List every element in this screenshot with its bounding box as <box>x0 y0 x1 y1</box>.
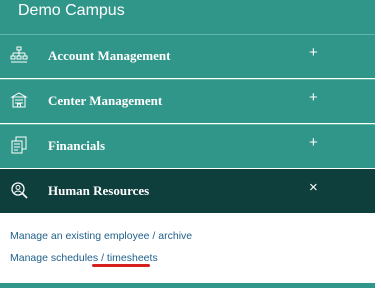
menu-item-label: Center Management <box>48 93 163 108</box>
magnifier-person-icon <box>10 181 28 199</box>
campus-title: Demo Campus <box>18 2 125 19</box>
link-separator: / <box>98 252 107 264</box>
campus-header: Demo Campus <box>0 0 375 34</box>
menu-item-center-management[interactable]: Center Management + <box>0 79 375 123</box>
menu-item-account-management[interactable]: Account Management + <box>0 34 375 78</box>
menu-item-financials[interactable]: Financials + <box>0 124 375 168</box>
manage-employee-link[interactable]: Manage an existing employee <box>10 230 150 242</box>
red-underline-annotation <box>92 264 150 267</box>
link-separator: / <box>149 230 159 242</box>
sidebar-navigation: Demo Campus Account Management + Center … <box>0 0 381 288</box>
timesheets-link[interactable]: timesheets <box>107 252 158 264</box>
documents-icon <box>10 136 28 154</box>
org-chart-icon <box>10 46 28 64</box>
menu-item-label: Account Management <box>48 48 171 63</box>
expand-plus-icon[interactable]: + <box>309 90 318 105</box>
right-gutter <box>375 0 381 288</box>
building-icon <box>10 91 28 109</box>
expand-plus-icon[interactable]: + <box>309 135 318 150</box>
submenu-line-employee: Manage an existing employee / archive <box>10 230 192 242</box>
menu-item-human-resources[interactable]: Human Resources × <box>0 169 375 213</box>
next-menu-edge <box>0 283 375 288</box>
human-resources-submenu: Manage an existing employee / archive Ma… <box>0 214 375 282</box>
archive-link[interactable]: archive <box>158 230 192 242</box>
collapse-close-icon[interactable]: × <box>309 180 318 195</box>
menu-item-label: Financials <box>48 138 106 153</box>
manage-schedules-link[interactable]: Manage schedules <box>10 252 98 264</box>
menu-item-label: Human Resources <box>48 183 150 198</box>
expand-plus-icon[interactable]: + <box>309 45 318 60</box>
submenu-line-schedules: Manage schedules / timesheets <box>10 252 158 264</box>
